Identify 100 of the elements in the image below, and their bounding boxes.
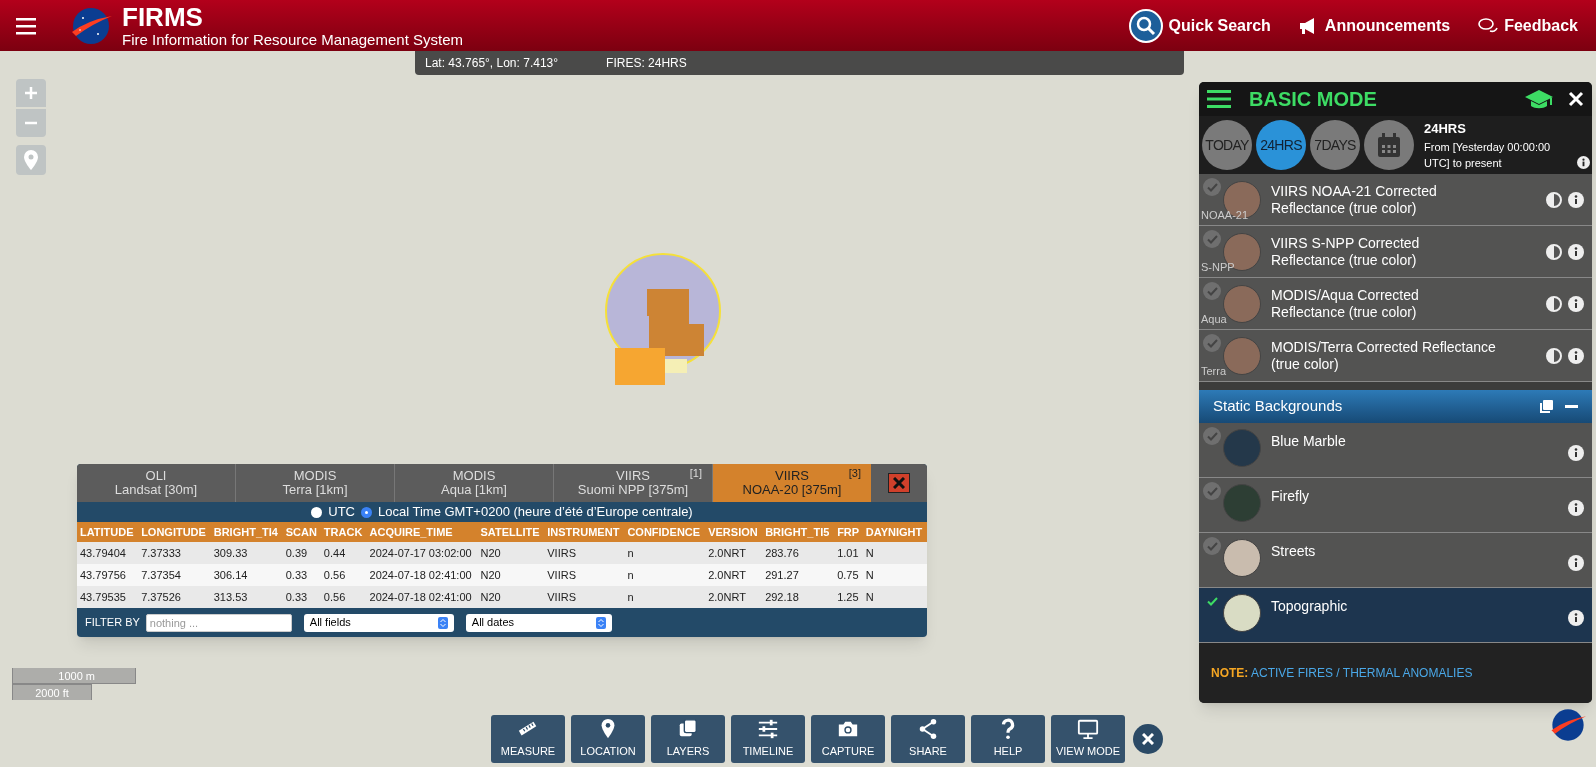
time-range-button[interactable]: 7DAYS [1310, 120, 1360, 170]
note-link[interactable]: ACTIVE FIRES / THERMAL ANOMALIES [1251, 666, 1473, 680]
location-pin-icon [24, 150, 38, 170]
table-cell: 0.56 [320, 586, 367, 608]
table-cell: n [624, 564, 706, 586]
table-cell: 283.76 [762, 542, 835, 564]
checkbox[interactable] [1203, 230, 1221, 248]
info-icon[interactable] [1568, 555, 1584, 571]
satellite-tab[interactable]: MODIS Aqua [1km] [394, 464, 553, 502]
field-select[interactable]: All fields [303, 613, 454, 632]
panel-title: BASIC MODE [1249, 87, 1377, 112]
filter-input[interactable]: nothing ... [145, 613, 292, 632]
minus-icon [24, 121, 38, 125]
satellite-tab[interactable]: MODIS Terra [1km] [235, 464, 394, 502]
info-icon[interactable] [1568, 500, 1584, 516]
count-label: [1] [689, 466, 702, 480]
table-cell: VIIRS [544, 564, 625, 586]
table-cell: n [624, 586, 706, 608]
table-cell: 313.53 [210, 586, 283, 608]
table-cell: 2024-07-17 03:02:00 [366, 542, 478, 564]
toolbar-button[interactable]: LOCATION [571, 715, 645, 763]
time-range-button[interactable] [1364, 120, 1414, 170]
header-search-button[interactable]: Quick Search [1128, 8, 1271, 43]
section-title: Static Backgrounds [1213, 396, 1343, 417]
contrast-icon[interactable] [1546, 191, 1562, 208]
table-cell: 0.33 [282, 586, 321, 608]
table-cell: VIIRS [544, 586, 625, 608]
satellite-tag: S-NPP [1201, 258, 1235, 275]
header-action-button[interactable]: Announcements [1298, 13, 1451, 38]
background-item[interactable]: Topographic [1199, 588, 1592, 643]
app-subtitle: Fire Information for Resource Management System [122, 32, 463, 47]
section-header[interactable]: Static Backgrounds [1199, 390, 1592, 423]
checkbox[interactable] [1203, 334, 1221, 352]
layer-item[interactable]: S-NPP VIIRS S-NPP Corrected Reflectance (true color) [1199, 226, 1592, 278]
close-button[interactable] [888, 473, 910, 493]
table-cell: 43.79535 [77, 586, 139, 608]
header-action-button[interactable]: Feedback [1478, 13, 1578, 38]
info-icon[interactable] [1568, 445, 1584, 461]
toolbar-button[interactable]: SHARE [891, 715, 965, 763]
table-cell: 7.37354 [138, 564, 211, 586]
layer-item[interactable]: Aqua MODIS/Aqua Corrected Reflectance (true color) [1199, 278, 1592, 330]
checkbox[interactable] [1203, 178, 1221, 196]
copy-icon[interactable] [1539, 399, 1553, 414]
toolbar-button[interactable]: MEASURE [491, 715, 565, 763]
checkbox[interactable] [1203, 282, 1221, 300]
radio-label[interactable]: UTC [328, 502, 355, 522]
contrast-icon[interactable] [1546, 347, 1562, 364]
satellite-tab[interactable]: OLI Landsat [30m] [77, 464, 235, 502]
filter-label: FILTER BY [85, 615, 140, 631]
contrast-icon[interactable] [1546, 295, 1562, 312]
satellite-tag: NOAA-21 [1201, 206, 1249, 223]
contrast-icon[interactable] [1546, 243, 1562, 260]
table-cell: 0.33 [282, 564, 321, 586]
layer-item[interactable]: NOAA-21 VIIRS NOAA-21 Corrected Reflectance (true color) [1199, 174, 1592, 226]
toolbar-button[interactable]: VIEW MODE [1051, 715, 1125, 763]
fires-period-text: FIRES: 24HRS [606, 55, 687, 72]
layer-name: MODIS/Terra Corrected Reflectance (true color) [1271, 338, 1496, 373]
toolbar-button[interactable]: LAYERS [651, 715, 725, 763]
range-description: From [Yesterday 00:00:00 UTC] to present [1424, 139, 1552, 171]
info-icon[interactable] [1568, 191, 1584, 208]
close-icon [1142, 733, 1154, 745]
toolbar-button[interactable]: CAPTURE [811, 715, 885, 763]
toolbar-button[interactable]: HELP [971, 715, 1045, 763]
satellite-tab[interactable]: VIIRS NOAA-20 [375m] [3] [712, 464, 871, 502]
date-select[interactable]: All dates [465, 613, 612, 632]
background-item[interactable]: Blue Marble [1199, 423, 1592, 478]
share-icon [917, 718, 939, 741]
checkmark-icon [1206, 286, 1218, 296]
checkmark-icon [1206, 541, 1218, 551]
table-cell: 0.39 [282, 542, 321, 564]
info-icon[interactable] [1568, 243, 1584, 260]
checkbox[interactable] [1203, 427, 1221, 445]
time-range-button[interactable]: TODAY [1202, 120, 1252, 170]
graduation-cap-icon[interactable] [1524, 88, 1554, 110]
table-cell: 2024-07-18 02:41:00 [366, 564, 478, 586]
layer-name: VIIRS NOAA-21 Corrected Reflectance (true color) [1271, 182, 1438, 217]
note-text: NOTE: ACTIVE FIRES / THERMAL ANOMALIES [1211, 665, 1473, 682]
layer-item[interactable]: Terra MODIS/Terra Corrected Reflectance (true color) [1199, 330, 1592, 382]
table-cell: 2.0NRT [705, 586, 763, 608]
info-icon[interactable] [1577, 155, 1590, 169]
time-range-button[interactable]: 24HRS [1256, 120, 1306, 170]
table-cell: 2024-07-18 02:41:00 [366, 586, 478, 608]
background-item[interactable]: Streets [1199, 533, 1592, 588]
checkbox[interactable] [1203, 482, 1221, 500]
toolbar-button[interactable]: TIMELINE [731, 715, 805, 763]
info-icon[interactable] [1568, 295, 1584, 312]
background-item[interactable]: Firefly [1199, 478, 1592, 533]
table-cell: 0.56 [320, 564, 367, 586]
info-icon[interactable] [1568, 347, 1584, 364]
radio-button[interactable] [311, 506, 323, 518]
radio-button[interactable] [361, 506, 372, 518]
checkbox[interactable] [1203, 537, 1221, 555]
close-icon[interactable] [1568, 91, 1584, 107]
info-icon[interactable] [1568, 610, 1584, 626]
menu-icon[interactable] [1207, 89, 1231, 109]
close-toolbar-button[interactable] [1133, 724, 1163, 754]
menu-icon[interactable] [16, 16, 36, 35]
radio-label[interactable]: Local Time GMT+0200 (heure d’été d’Europe centrale) [378, 502, 693, 522]
table-cell: 43.79404 [77, 542, 139, 564]
range-title: 24HRS [1424, 120, 1467, 139]
